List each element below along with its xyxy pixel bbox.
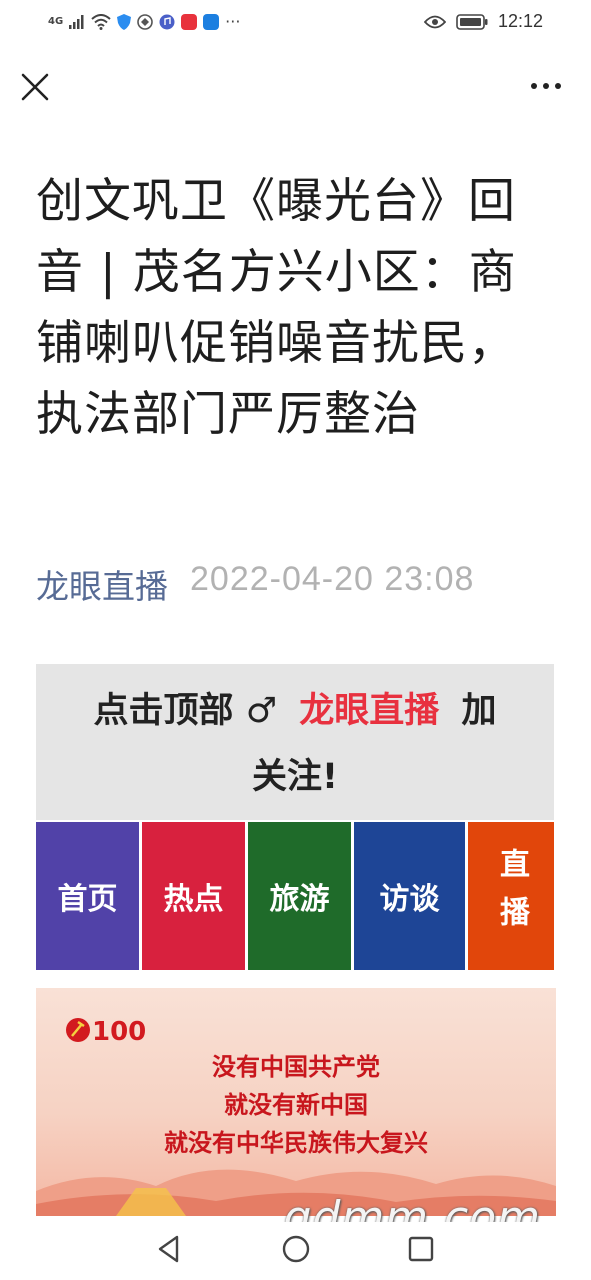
recents-square-icon[interactable] (407, 1234, 435, 1264)
tile-hot[interactable]: 热点 (142, 822, 245, 970)
status-right: 12:12 (423, 11, 543, 32)
battery-icon (456, 13, 488, 30)
article-meta: 龙眼直播 2022-04-20 23:08 (36, 560, 474, 608)
article-navbar (0, 60, 591, 116)
follow-banner: 点击顶部 ♂ 龙眼直播 加 关注! (36, 664, 554, 820)
dot-icon (531, 83, 537, 89)
follow-prefix: 点击顶部 (93, 691, 234, 731)
tile-label-vertical: 直播 (494, 848, 529, 944)
slogan-line: 没有中国共产党 (212, 1053, 380, 1081)
more-notifications-icon: ··· (225, 12, 241, 31)
home-circle-icon[interactable] (281, 1234, 311, 1264)
shield-icon (117, 13, 132, 30)
tile-travel[interactable]: 旅游 (248, 822, 351, 970)
slogan-line: 就没有新中国 (224, 1091, 368, 1119)
follow-banner-line1: 点击顶部 ♂ 龙眼直播 加 (36, 682, 554, 733)
tile-label: 访谈 (379, 882, 440, 917)
tile-label: 首页 (57, 882, 118, 917)
centenary-poster: 100 没有中国共产党 就没有新中国 就没有中华民族伟大复兴 (36, 988, 556, 1216)
wifi-icon (91, 13, 111, 30)
status-bar: 4G ··· 12:12 (0, 0, 591, 44)
logo-number: 100 (92, 1017, 146, 1047)
category-tiles: 首页 热点 旅游 访谈 直播 (36, 822, 554, 970)
article-title: 创文巩卫《曝光台》回音 | 茂名方兴小区：商铺喇叭促销噪音扰民，执法部门严厉整治 (36, 174, 517, 442)
follow-suffix: 加 (461, 691, 497, 731)
more-options-button[interactable] (525, 76, 561, 96)
clock: 12:12 (497, 11, 543, 31)
app-notification-icon (181, 13, 198, 30)
account-name-link[interactable]: 龙眼直播 (36, 560, 168, 608)
network-type: 4G (48, 15, 64, 27)
dot-icon (555, 83, 561, 89)
poster-slogan: 没有中国共产党 就没有新中国 就没有中华民族伟大复兴 (36, 1048, 556, 1162)
follow-banner-line2: 关注! (252, 757, 338, 797)
tile-live[interactable]: 直播 (468, 822, 554, 970)
status-left: 4G ··· (48, 12, 240, 31)
browser-icon (137, 13, 153, 30)
weather-app-icon (203, 13, 220, 30)
follow-brand: 龙眼直播 (299, 691, 440, 731)
dot-icon (543, 83, 549, 89)
tile-home[interactable]: 首页 (36, 822, 139, 970)
signal-icon (69, 14, 84, 29)
tile-label: 旅游 (269, 882, 330, 917)
eye-icon (423, 15, 446, 28)
male-symbol-icon: ♂ (245, 691, 278, 731)
tile-interview[interactable]: 访谈 (354, 822, 465, 970)
back-triangle-icon[interactable] (155, 1234, 183, 1264)
tile-label: 热点 (163, 882, 224, 917)
publish-date: 2022-04-20 23:08 (190, 560, 475, 598)
system-navigation-bar (0, 1222, 591, 1280)
hammer-sickle-icon: 100 (66, 1017, 146, 1047)
close-icon[interactable] (18, 70, 52, 104)
music-icon (159, 14, 175, 29)
